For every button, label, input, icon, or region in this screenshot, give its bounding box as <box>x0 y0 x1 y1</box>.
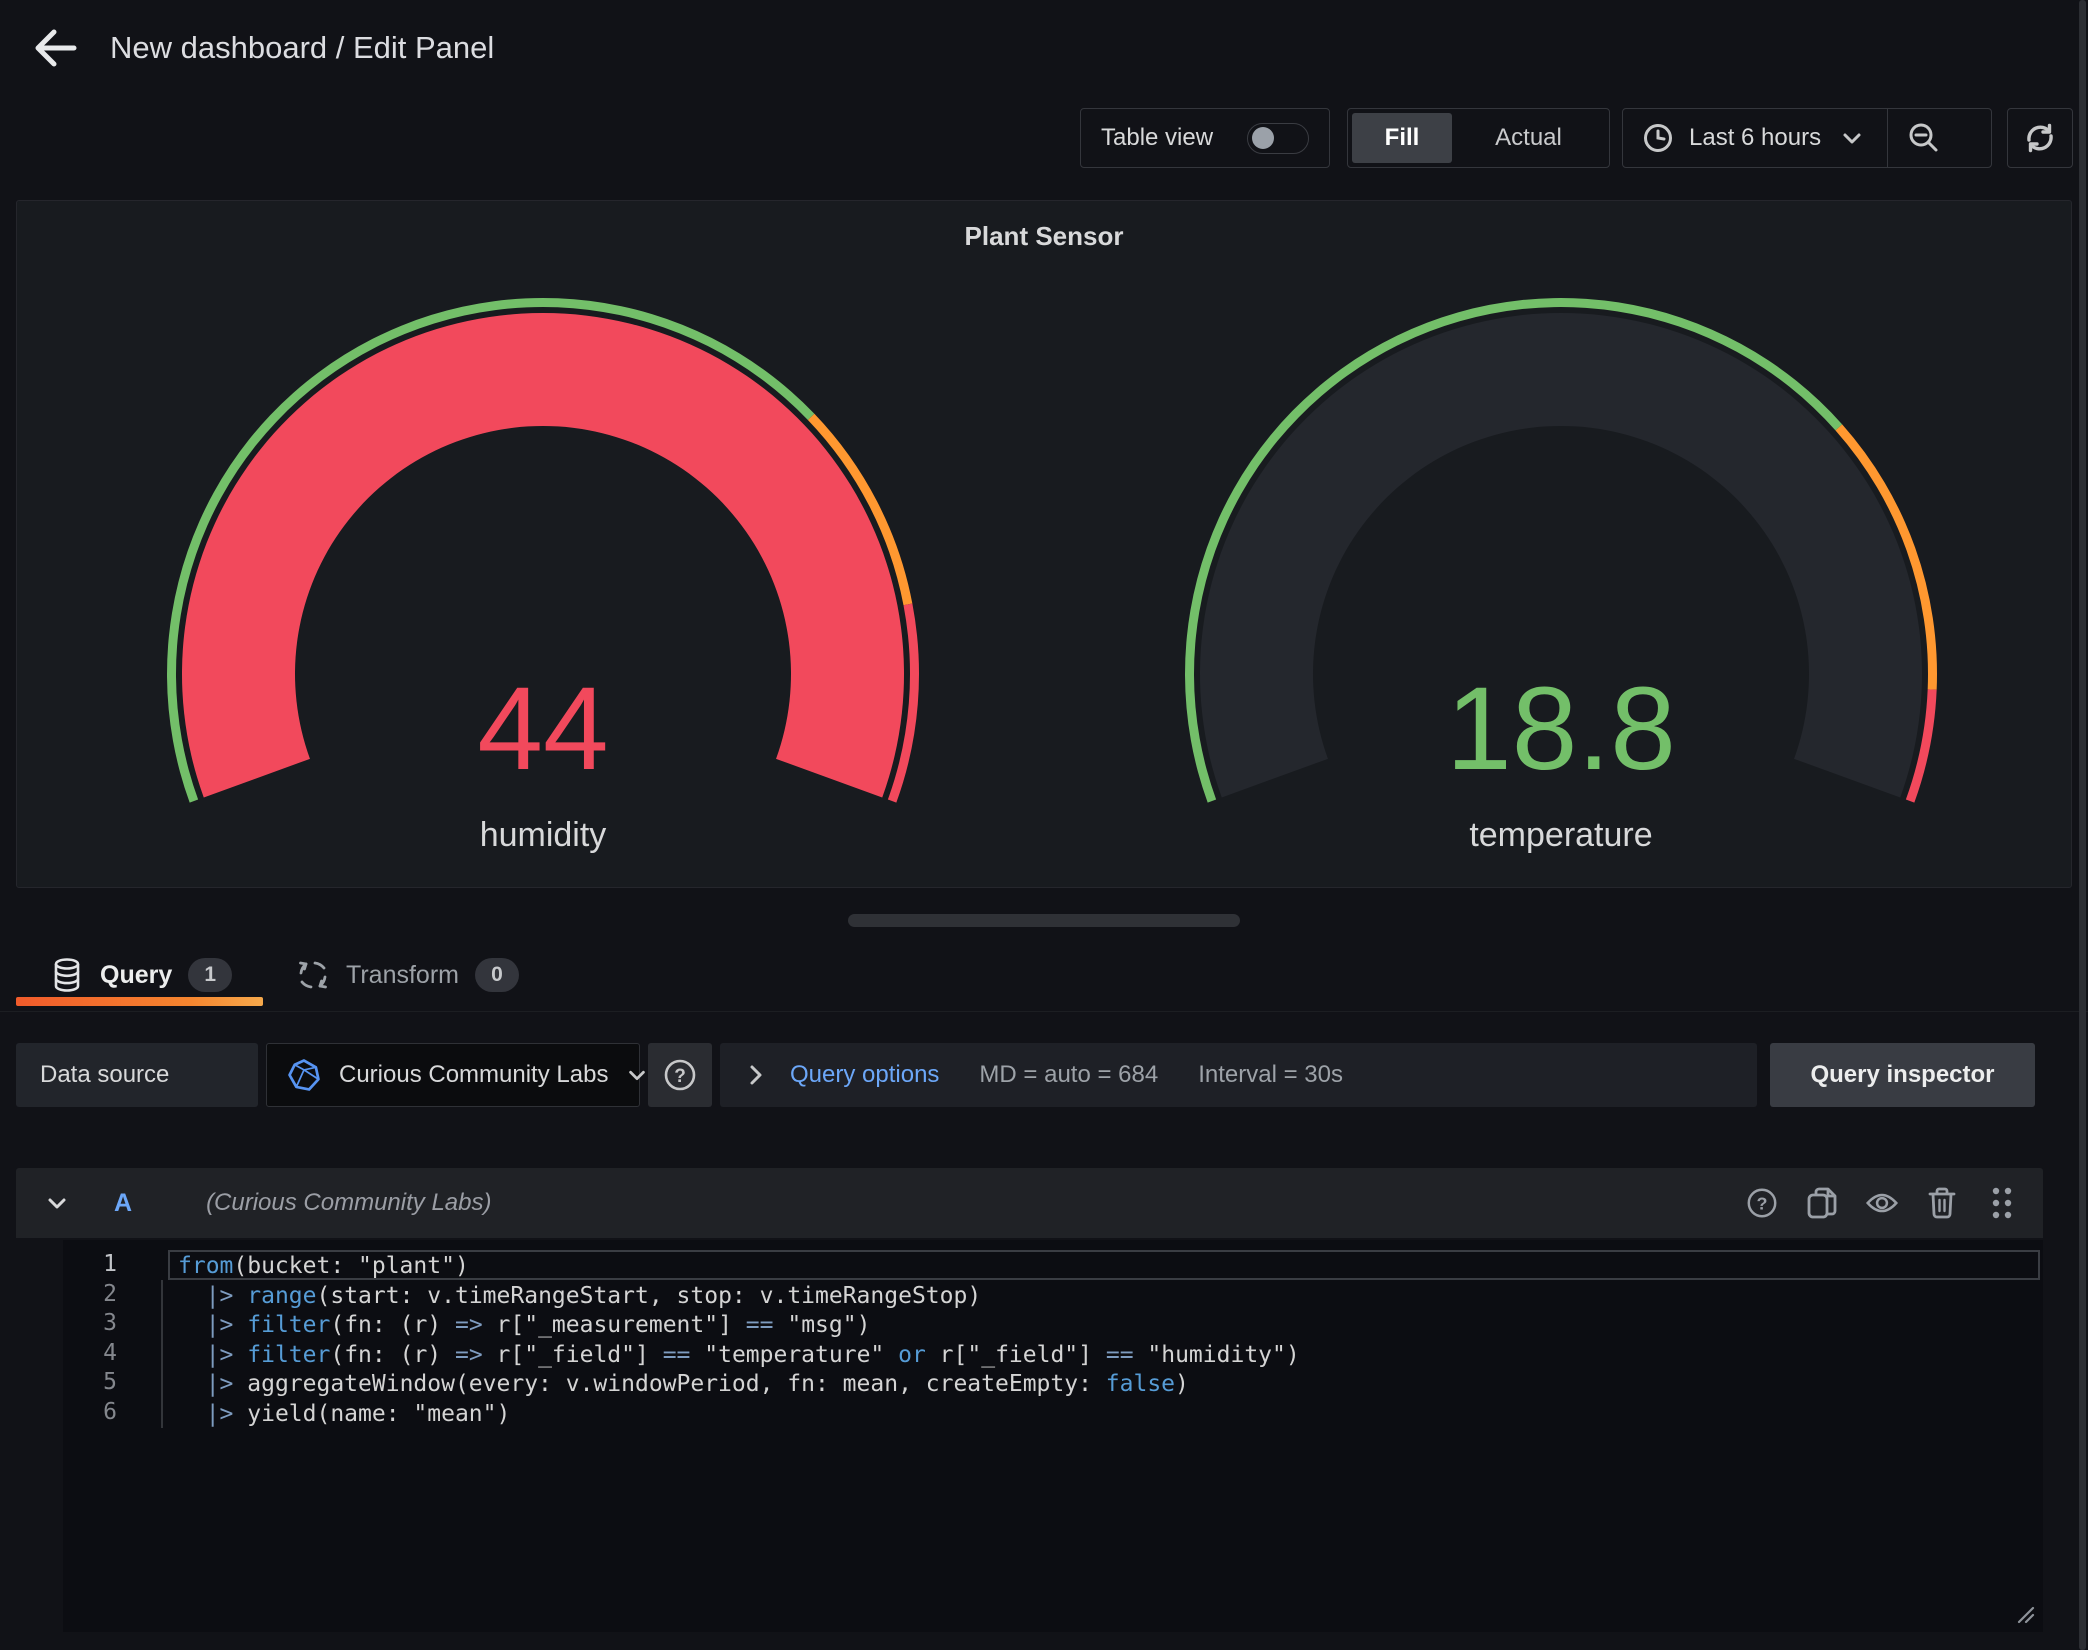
time-range-label: Last 6 hours <box>1689 124 1821 152</box>
duplicate-query-button[interactable] <box>1805 1186 1839 1220</box>
query-datasource-hint: (Curious Community Labs) <box>206 1189 1745 1217</box>
line-number: 2 <box>63 1280 117 1310</box>
query-options-bar: Query options MD = auto = 684 Interval =… <box>720 1043 1757 1107</box>
line-number: 3 <box>63 1309 117 1339</box>
gauge-value: 44 <box>153 669 933 789</box>
max-datapoints-stat: MD = auto = 684 <box>979 1061 1158 1089</box>
tab-transform-count: 0 <box>475 958 519 992</box>
line-number: 6 <box>63 1398 117 1428</box>
code-line[interactable]: 4 |> filter(fn: (r) => r["_field"] == "t… <box>63 1339 2043 1369</box>
code-text: |> range(start: v.timeRangeStart, stop: … <box>168 1280 2043 1310</box>
collapse-chevron-icon[interactable] <box>40 1186 74 1220</box>
actual-button[interactable]: Actual <box>1452 113 1605 163</box>
code-text: |> yield(name: "mean") <box>168 1398 2043 1428</box>
chevron-down-icon <box>1835 121 1869 155</box>
gauge-humidity: 44 humidity <box>153 271 933 871</box>
table-view-control: Table view <box>1080 108 1330 168</box>
code-text: |> filter(fn: (r) => r["_field"] == "tem… <box>168 1339 2043 1369</box>
code-text: |> filter(fn: (r) => r["_measurement"] =… <box>168 1309 2043 1339</box>
query-options-label: Query options <box>790 1061 939 1089</box>
back-button[interactable] <box>30 22 82 74</box>
transform-icon <box>296 958 330 992</box>
tab-transform-label: Transform <box>346 961 459 990</box>
trash-icon <box>1927 1186 1957 1220</box>
panel-title: Plant Sensor <box>17 221 2071 252</box>
code-line[interactable]: 6 |> yield(name: "mean") <box>63 1398 2043 1428</box>
query-ref-id: A <box>114 1189 132 1218</box>
query-options-toggle[interactable]: Query options <box>746 1061 939 1089</box>
gauge-value: 18.8 <box>1171 669 1951 789</box>
chevron-down-icon <box>626 1058 648 1092</box>
tab-query-count: 1 <box>188 958 232 992</box>
database-icon <box>50 958 84 992</box>
gauge-label: humidity <box>153 816 933 855</box>
line-number: 1 <box>63 1250 117 1280</box>
svg-text:?: ? <box>1757 1194 1768 1214</box>
refresh-icon <box>2022 120 2058 156</box>
code-line[interactable]: 1 from(bucket: "plant") <box>63 1250 2043 1280</box>
gauge-label: temperature <box>1171 816 1951 855</box>
delete-query-button[interactable] <box>1925 1186 1959 1220</box>
active-tab-indicator <box>16 997 263 1006</box>
query-inspector-button[interactable]: Query inspector <box>1770 1043 2035 1107</box>
gauge-temperature: 18.8 temperature <box>1171 271 1951 871</box>
code-line[interactable]: 3 |> filter(fn: (r) => r["_measurement"]… <box>63 1309 2043 1339</box>
table-view-toggle[interactable] <box>1247 123 1309 154</box>
refresh-button[interactable] <box>2007 108 2073 168</box>
page-scrollbar[interactable] <box>2079 0 2086 1650</box>
interval-stat: Interval = 30s <box>1198 1061 1343 1089</box>
code-lines: 1from(bucket: "plant")2 |> range(start: … <box>63 1250 2043 1427</box>
grafana-edit-panel: New dashboard / Edit Panel Table view Fi… <box>0 0 2088 1650</box>
eye-icon <box>1865 1188 1899 1218</box>
influxdb-icon <box>287 1058 321 1092</box>
fill-actual-group: Fill Actual <box>1347 108 1610 168</box>
code-line[interactable]: 2 |> range(start: v.timeRangeStart, stop… <box>63 1280 2043 1310</box>
datasource-name: Curious Community Labs <box>339 1061 608 1089</box>
time-range-group: Last 6 hours <box>1622 108 1992 168</box>
page-title: New dashboard / Edit Panel <box>110 18 494 78</box>
query-row-header[interactable]: A (Curious Community Labs) ? <box>16 1168 2043 1238</box>
datasource-label: Data source <box>16 1043 258 1107</box>
chevron-right-icon <box>746 1063 766 1087</box>
panel-resize-handle[interactable] <box>848 914 1240 927</box>
fill-button[interactable]: Fill <box>1352 113 1452 163</box>
visualization-panel: Plant Sensor 44 humidity 18.8 temperatur… <box>16 200 2072 888</box>
svg-text:?: ? <box>674 1066 686 1087</box>
table-view-label: Table view <box>1101 124 1213 152</box>
code-text: |> aggregateWindow(every: v.windowPeriod… <box>168 1368 2043 1398</box>
editor-resize-grip[interactable] <box>2015 1604 2037 1626</box>
copy-icon <box>1806 1186 1838 1220</box>
code-line[interactable]: 5 |> aggregateWindow(every: v.windowPeri… <box>63 1368 2043 1398</box>
toggle-knob <box>1252 127 1274 149</box>
toggle-visibility-button[interactable] <box>1865 1186 1899 1220</box>
line-number: 4 <box>63 1339 117 1369</box>
zoom-out-icon <box>1907 121 1941 155</box>
help-circle-icon: ? <box>662 1057 698 1093</box>
tab-query-label: Query <box>100 961 172 990</box>
code-text: from(bucket: "plant") <box>168 1250 2040 1280</box>
drag-handle-icon[interactable] <box>1985 1186 2019 1220</box>
time-range-picker[interactable]: Last 6 hours <box>1623 109 1887 167</box>
editor-tabbar: Query 1 Transform 0 <box>0 944 2088 1012</box>
tab-transform[interactable]: Transform 0 <box>280 944 541 1006</box>
query-actions: ? <box>1745 1186 2019 1220</box>
datasource-help-button[interactable]: ? <box>648 1043 712 1107</box>
flux-query-editor[interactable]: 1from(bucket: "plant")2 |> range(start: … <box>63 1240 2043 1632</box>
help-circle-icon: ? <box>1745 1186 1779 1220</box>
line-number: 5 <box>63 1368 117 1398</box>
datasource-picker[interactable]: Curious Community Labs <box>266 1043 640 1107</box>
clock-icon <box>1641 121 1675 155</box>
query-help-button[interactable]: ? <box>1745 1186 1779 1220</box>
zoom-out-button[interactable] <box>1887 109 1959 167</box>
